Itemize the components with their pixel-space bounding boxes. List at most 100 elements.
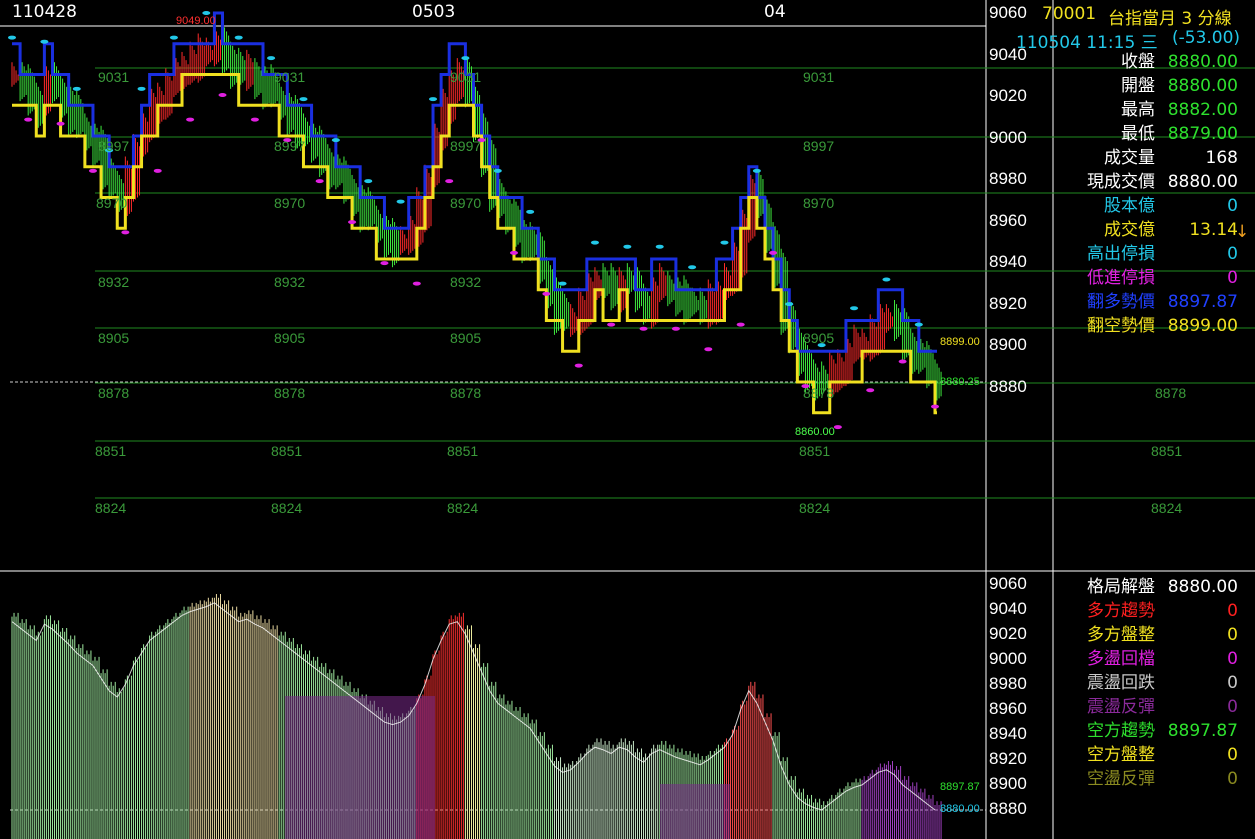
level-label-8824: 8824 [799, 500, 831, 516]
magenta-stop-dot [250, 117, 259, 122]
info-bottom-value: 0 [1227, 601, 1238, 621]
magenta-stop-dot [56, 121, 65, 126]
info-top-row: 低進停損 0 [1060, 266, 1250, 290]
info-bottom-label: 多方趨勢 [1087, 601, 1155, 621]
cyan-stop-dot [688, 265, 697, 270]
purple-zone-2 [660, 784, 730, 839]
cyan-stop-dot [558, 281, 567, 286]
info-top-row: 翻空勢價 8899.00 [1060, 314, 1250, 338]
info-top-value: 8880.00 [1167, 52, 1238, 72]
info-top-label: 成交量 [1104, 148, 1155, 168]
info-bottom-value: 0 [1227, 697, 1238, 717]
cyan-stop-dot [72, 86, 81, 91]
cyan-stop-dot [590, 240, 599, 245]
info-top-value: 0 [1227, 268, 1238, 288]
level-label-8851: 8851 [799, 443, 831, 459]
level-label-8997: 8997 [274, 138, 306, 154]
y-tick-top: 8920 [989, 293, 1027, 313]
magenta-stop-dot [380, 261, 389, 266]
magenta-stop-dot [833, 425, 842, 430]
y-tick-top: 8880 [989, 376, 1027, 396]
info-top-value: 0 [1227, 244, 1238, 264]
magenta-stop-dot [736, 322, 745, 327]
cyan-stop-dot [299, 97, 308, 102]
magenta-stop-dot [769, 250, 778, 255]
y-tick-top: 8900 [989, 335, 1027, 354]
info-top-value: 0 [1227, 196, 1238, 216]
level-label-8851: 8851 [271, 443, 303, 459]
info-bottom-label: 空方趨勢 [1087, 721, 1155, 741]
info-bottom-row: 震盪回跌 0 [1060, 671, 1250, 695]
info-bottom-row: 震盪反彈 0 [1060, 695, 1250, 719]
cyan-stop-dot [137, 86, 146, 91]
symbol-name: 台指當月 3 分線 [1108, 9, 1232, 29]
low-marker-label: 8860.00 [795, 426, 835, 438]
y-tick-bottom: 8880 [989, 799, 1027, 818]
level-label-8878: 8878 [803, 385, 835, 401]
level-label-8932: 8932 [98, 274, 130, 290]
info-bottom-label: 多方盤整 [1087, 625, 1155, 645]
magenta-stop-dot [866, 388, 875, 393]
info-top-label: 翻空勢價 [1087, 316, 1155, 336]
cyan-stop-dot [914, 322, 923, 327]
info-top-row: 翻多勢價 8897.87 [1060, 290, 1250, 314]
yellow-trend-line [12, 73, 937, 415]
magenta-stop-dot [315, 179, 324, 184]
bottom-last-label: 8880.00 [940, 803, 980, 815]
info-top-value: 8880.00 [1167, 76, 1238, 96]
date-label-2: 0503 [412, 2, 456, 22]
bottom-trend-label: 8897.87 [940, 781, 980, 793]
cyan-stop-dot [882, 277, 891, 282]
header-change: (-53.00) [1172, 28, 1241, 48]
y-tick-bottom: 8980 [989, 674, 1027, 693]
cyan-stop-dot [623, 244, 632, 249]
info-top-label: 開盤 [1121, 76, 1155, 96]
symbol-code: 70001 [1042, 4, 1097, 24]
info-bottom-label: 震盪反彈 [1087, 697, 1155, 717]
cyan-stop-dot [429, 97, 438, 102]
date-label-3: 04 [764, 2, 786, 22]
info-top-value: 8882.00 [1167, 100, 1238, 120]
y-tick-bottom: 8900 [989, 774, 1027, 793]
y-tick-top: 9000 [989, 127, 1027, 147]
cyan-stop-dot [267, 56, 276, 61]
info-top-label: 收盤 [1121, 52, 1155, 72]
info-bottom-value: 0 [1227, 769, 1238, 789]
cyan-stop-dot [493, 168, 502, 173]
cyan-stop-dot [331, 138, 340, 143]
info-top-label: 成交億 [1104, 220, 1155, 240]
info-top-label: 最低 [1121, 124, 1155, 144]
level-label-8932: 8932 [450, 274, 482, 290]
info-top-label: 低進停損 [1087, 268, 1155, 288]
level-label-8878: 8878 [98, 385, 130, 401]
level-label-9031: 9031 [450, 69, 482, 85]
magenta-stop-dot [88, 168, 97, 173]
magenta-stop-dot [931, 404, 939, 409]
level-label-8824: 8824 [271, 500, 303, 516]
magenta-stop-dot [898, 359, 907, 364]
down-arrow-icon: ↓ [1235, 222, 1250, 242]
y-tick-bottom: 8960 [989, 699, 1027, 718]
magenta-stop-dot [607, 322, 616, 327]
y-tick-top: 9040 [989, 44, 1027, 64]
info-bottom-label: 震盪回跌 [1087, 673, 1155, 693]
level-label-8878: 8878 [450, 385, 482, 401]
level-label-8905: 8905 [450, 330, 482, 346]
level-label-8851: 8851 [95, 443, 127, 459]
info-bottom-value: 0 [1227, 745, 1238, 765]
cyan-stop-dot [526, 209, 535, 214]
level-label-8997: 8997 [450, 138, 482, 154]
cyan-stop-dot [720, 240, 729, 245]
y-tick-top: 9020 [989, 86, 1027, 105]
level-label-8970: 8970 [96, 195, 128, 211]
level-label-9031: 9031 [98, 69, 130, 85]
cyan-stop-dot [396, 199, 405, 204]
info-top-row: 成交量 168 [1060, 146, 1250, 170]
y-tick-bottom: 9060 [989, 574, 1027, 593]
info-bottom-value: 0 [1227, 625, 1238, 645]
info-top-label: 股本億 [1104, 196, 1155, 216]
info-top-value: 8880.00 [1167, 172, 1238, 192]
info-top-row: 現成交價 8880.00 [1060, 170, 1250, 194]
date-label-1: 110428 [12, 2, 77, 22]
cyan-stop-dot [40, 39, 49, 44]
